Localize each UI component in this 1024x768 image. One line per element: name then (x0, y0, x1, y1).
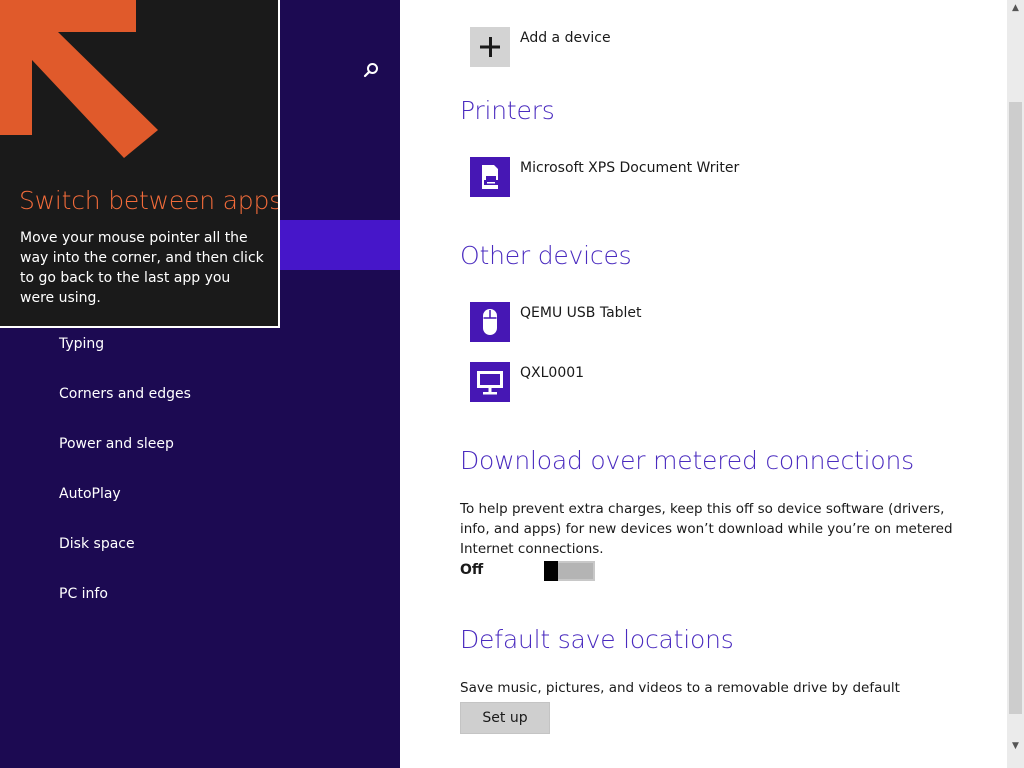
other-devices-heading: Other devices (460, 241, 632, 270)
scroll-down-arrow-icon[interactable]: ▼ (1007, 738, 1024, 755)
nav-item-disk-space[interactable]: Disk space (59, 536, 135, 552)
nav-item-typing[interactable]: Typing (59, 336, 104, 352)
usb-tablet-label[interactable]: QEMU USB Tablet (520, 305, 642, 321)
scroll-up-arrow-icon[interactable]: ▲ (1007, 0, 1024, 17)
save-locations-description: Save music, pictures, and videos to a re… (460, 680, 900, 696)
devices-content: Add a device Printers Microsoft XPS Docu… (400, 0, 1007, 768)
vertical-scrollbar[interactable]: ▲ ▼ (1007, 0, 1024, 768)
setup-button[interactable]: Set up (460, 702, 550, 734)
plus-icon (480, 37, 500, 57)
metered-heading: Download over metered connections (460, 446, 914, 475)
nav-item-power-and-sleep[interactable]: Power and sleep (59, 436, 174, 452)
printer-label[interactable]: Microsoft XPS Document Writer (520, 160, 739, 176)
nav-item-corners-and-edges[interactable]: Corners and edges (59, 386, 191, 402)
metered-toggle-state: Off (460, 562, 484, 578)
nav-item-autoplay[interactable]: AutoPlay (59, 486, 121, 502)
mouse-icon (483, 309, 497, 335)
qxl-label[interactable]: QXL0001 (520, 365, 584, 381)
qxl-tile[interactable] (470, 362, 510, 402)
printer-icon (482, 165, 498, 189)
add-device-button[interactable] (470, 27, 510, 67)
tip-overlay: Switch between apps Move your mouse poin… (0, 0, 280, 328)
printers-heading: Printers (460, 96, 555, 125)
search-icon (363, 63, 378, 78)
save-locations-heading: Default save locations (460, 625, 734, 654)
add-device-label[interactable]: Add a device (520, 30, 611, 46)
metered-toggle[interactable] (544, 561, 595, 581)
search-button[interactable] (358, 58, 384, 84)
arrow-up-left-icon (0, 0, 158, 158)
printer-tile[interactable] (470, 157, 510, 197)
nav-item-pc-info[interactable]: PC info (59, 586, 108, 602)
monitor-icon (477, 371, 503, 395)
metered-description: To help prevent extra charges, keep this… (460, 501, 953, 557)
tip-body: Move your mouse pointer all the way into… (20, 230, 264, 306)
toggle-thumb[interactable] (544, 561, 558, 581)
usb-tablet-tile[interactable] (470, 302, 510, 342)
scroll-thumb[interactable] (1009, 102, 1022, 714)
tip-title: Switch between apps (19, 186, 280, 215)
